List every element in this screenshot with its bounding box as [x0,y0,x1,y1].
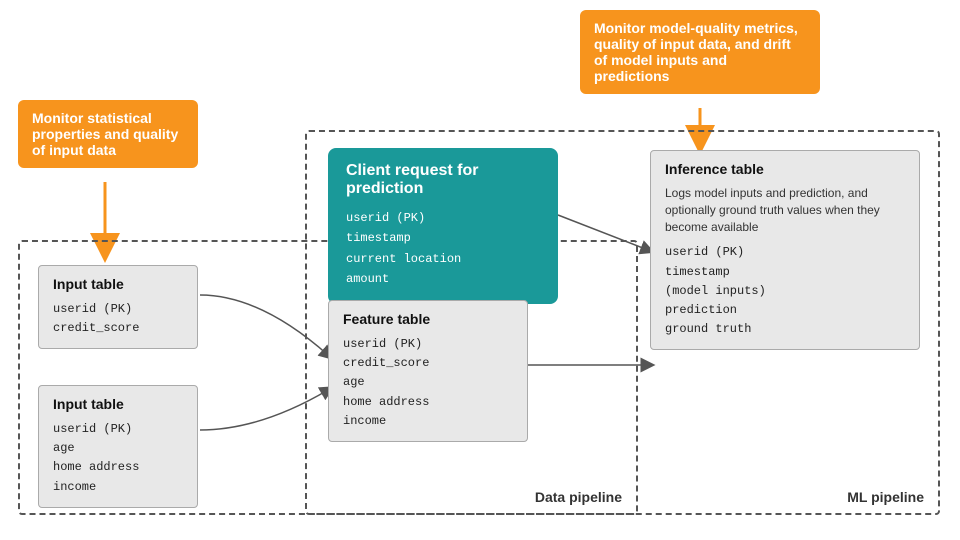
input-table-1: Input table userid (PK) credit_score [38,265,198,349]
input2-field-3: home address [53,458,183,477]
callout-left: Monitor statistical properties and quali… [18,100,198,168]
feature-table: Feature table userid (PK) credit_score a… [328,300,528,442]
diagram-container: Monitor statistical properties and quali… [0,0,960,540]
client-request-fields: userid (PK) timestamp current location a… [346,208,540,290]
input-table-1-fields: userid (PK) credit_score [53,300,183,338]
inference-field-2: timestamp [665,263,905,282]
data-pipeline-label: Data pipeline [535,489,622,505]
inference-table-desc: Logs model inputs and prediction, and op… [665,185,905,235]
feature-field-5: income [343,412,513,431]
inference-field-4: prediction [665,301,905,320]
input1-field-2: credit_score [53,319,183,338]
feature-field-1: userid (PK) [343,335,513,354]
inference-table-fields: userid (PK) timestamp (model inputs) pre… [665,243,905,339]
input2-field-2: age [53,439,183,458]
callout-right: Monitor model-quality metrics, quality o… [580,10,820,94]
input-table-2-title: Input table [53,396,183,412]
feature-table-fields: userid (PK) credit_score age home addres… [343,335,513,431]
input2-field-1: userid (PK) [53,420,183,439]
client-request-box: Client request for prediction userid (PK… [328,148,558,304]
input-table-1-title: Input table [53,276,183,292]
client-field-2: timestamp [346,228,540,248]
input2-field-4: income [53,478,183,497]
callout-left-text: Monitor statistical properties and quali… [32,110,178,158]
callout-right-text: Monitor model-quality metrics, quality o… [594,20,798,84]
client-request-title: Client request for prediction [346,162,540,198]
input-table-2: Input table userid (PK) age home address… [38,385,198,508]
client-field-1: userid (PK) [346,208,540,228]
input-table-2-fields: userid (PK) age home address income [53,420,183,497]
client-field-4: amount [346,269,540,289]
ml-pipeline-label: ML pipeline [847,489,924,505]
inference-table-title: Inference table [665,161,905,177]
inference-field-3: (model inputs) [665,282,905,301]
feature-field-2: credit_score [343,354,513,373]
input1-field-1: userid (PK) [53,300,183,319]
feature-field-3: age [343,373,513,392]
client-field-3: current location [346,249,540,269]
feature-field-4: home address [343,393,513,412]
inference-field-1: userid (PK) [665,243,905,262]
inference-table: Inference table Logs model inputs and pr… [650,150,920,350]
feature-table-title: Feature table [343,311,513,327]
inference-field-5: ground truth [665,320,905,339]
